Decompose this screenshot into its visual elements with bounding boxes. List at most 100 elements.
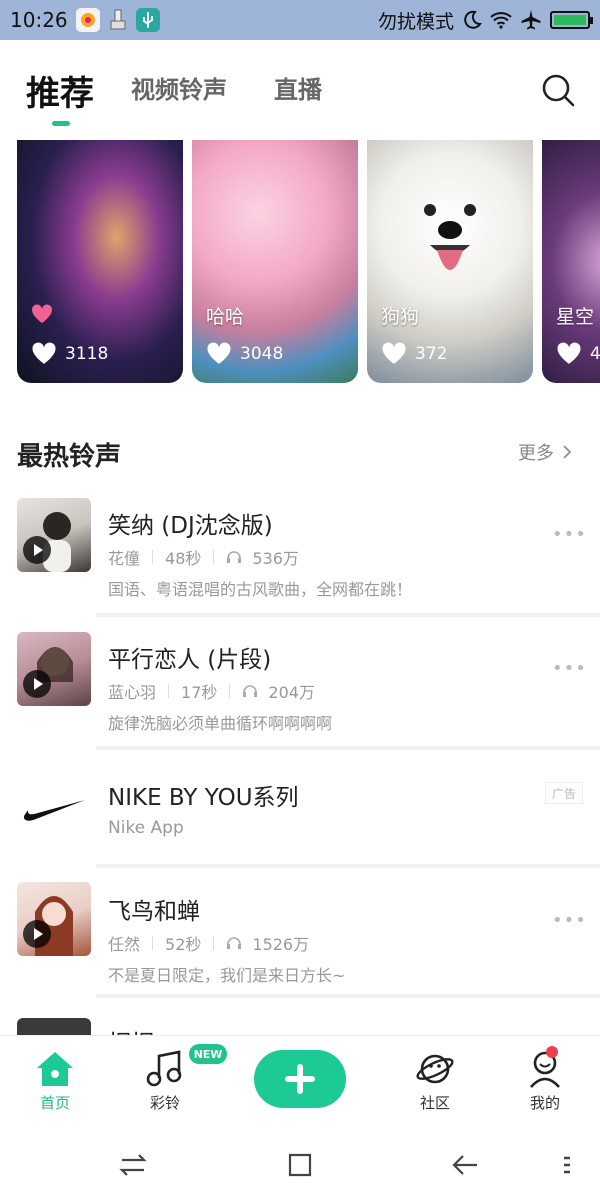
tab-home-label: 首页 xyxy=(39,1094,70,1112)
list-item[interactable]: 笑纳 (DJ沈念版) 花僮 48秒 536万 国语、粤语混唱的古风歌曲，全网都在… xyxy=(0,498,600,617)
card-like-count: 3118 xyxy=(65,343,109,364)
create-button[interactable] xyxy=(254,1050,346,1108)
card-likes: 4 xyxy=(556,342,600,365)
divider xyxy=(96,746,600,750)
song-thumbnail[interactable] xyxy=(17,498,91,572)
tab-indicator xyxy=(52,121,70,126)
divider xyxy=(96,864,600,868)
song-description: 不是夏日限定，我们是来日方长~ xyxy=(108,966,346,985)
person-icon xyxy=(530,1051,560,1088)
card-likes: 3048 xyxy=(206,342,283,365)
song-thumbnail[interactable] xyxy=(17,882,91,956)
ad-subtitle: Nike App xyxy=(108,818,184,838)
song-title[interactable]: 桐桐 xyxy=(108,1024,154,1035)
notification-dot xyxy=(546,1046,558,1058)
tab-mine[interactable]: 我的 xyxy=(500,1050,590,1113)
more-options-icon[interactable]: ••• xyxy=(552,658,587,679)
song-thumbnail[interactable] xyxy=(17,632,91,706)
pink-heart-icon xyxy=(31,304,53,323)
top-nav: 推荐 视频铃声 直播 xyxy=(0,40,600,140)
more-label: 更多 xyxy=(518,443,554,464)
status-time: 10:26 xyxy=(10,8,68,32)
song-artist: 任然 xyxy=(108,935,141,954)
tab-live[interactable]: 直播 xyxy=(274,70,322,105)
plus-icon xyxy=(285,1064,315,1094)
song-title[interactable]: 笑纳 (DJ沈念版) xyxy=(108,506,273,540)
status-bar: 10:26 勿扰模式 xyxy=(0,0,600,40)
list-item[interactable]: 平行恋人 (片段) 蓝心羽 17秒 204万 旋律洗脑必须单曲循环啊啊啊啊 ••… xyxy=(0,632,600,750)
song-meta: 任然 52秒 1526万 xyxy=(108,931,309,955)
airplane-icon xyxy=(521,10,541,30)
heart-icon xyxy=(207,342,231,364)
battery-icon xyxy=(550,11,593,29)
tab-community-label: 社区 xyxy=(419,1094,450,1112)
video-card[interactable]: 哈哈 3048 xyxy=(192,140,358,383)
brush-notification-icon xyxy=(106,8,130,32)
song-plays: 536万 xyxy=(252,549,299,568)
tab-video-ringtone[interactable]: 视频铃声 xyxy=(131,70,227,105)
switch-apps-icon[interactable] xyxy=(116,1148,150,1182)
new-badge: NEW xyxy=(189,1044,227,1064)
song-description: 国语、粤语混唱的古风歌曲，全网都在跳！ xyxy=(108,580,413,599)
card-title: 哈哈 xyxy=(206,306,245,328)
divider xyxy=(96,613,600,617)
chevron-right-icon xyxy=(563,445,572,459)
ad-item[interactable]: NIKE BY YOU系列 Nike App 广告 xyxy=(0,772,600,868)
bottom-tab-bar: 首页 彩铃 NEW 社区 我的 xyxy=(0,1035,600,1130)
video-card[interactable]: 狗狗 372 xyxy=(367,140,533,383)
ad-badge: 广告 xyxy=(545,782,583,804)
song-duration: 52秒 xyxy=(165,935,202,954)
video-card-carousel[interactable]: 3118 哈哈 3048 狗狗 372 星空 4 xyxy=(0,140,600,385)
heart-icon xyxy=(557,342,581,364)
headphones-icon xyxy=(243,685,258,697)
ad-title[interactable]: NIKE BY YOU系列 xyxy=(108,778,299,812)
card-title: 星空 xyxy=(556,306,595,328)
tab-recommend[interactable]: 推荐 xyxy=(26,66,94,115)
heart-icon xyxy=(32,342,56,364)
song-plays: 1526万 xyxy=(252,935,310,954)
play-icon[interactable] xyxy=(23,536,51,564)
app-notification-icon xyxy=(75,8,100,32)
song-meta: 蓝心羽 17秒 204万 xyxy=(108,679,315,703)
song-meta: 花僮 48秒 536万 xyxy=(108,545,299,569)
play-icon[interactable] xyxy=(23,920,51,948)
system-nav-bar xyxy=(0,1130,600,1200)
song-title[interactable]: 飞鸟和蝉 xyxy=(108,892,200,926)
play-icon[interactable] xyxy=(23,670,51,698)
list-item[interactable]: 桐桐 xyxy=(0,1018,600,1035)
dog-illustration xyxy=(424,204,476,270)
dnd-label: 勿扰模式 xyxy=(377,10,454,33)
card-likes: 372 xyxy=(381,342,447,365)
more-options-icon[interactable]: ••• xyxy=(552,910,587,931)
card-like-count: 372 xyxy=(415,343,448,364)
tab-ringtone-label: 彩铃 xyxy=(149,1094,180,1112)
usb-notification-icon xyxy=(135,8,160,32)
divider xyxy=(96,994,600,998)
tab-mine-label: 我的 xyxy=(529,1094,560,1112)
song-plays: 204万 xyxy=(268,683,315,702)
search-icon[interactable] xyxy=(540,72,576,108)
wifi-icon xyxy=(490,12,512,29)
home-square-icon[interactable] xyxy=(283,1148,317,1182)
planet-icon xyxy=(416,1054,454,1084)
song-thumbnail[interactable] xyxy=(17,1018,91,1035)
tab-community[interactable]: 社区 xyxy=(390,1050,480,1113)
card-like-count: 3048 xyxy=(240,343,284,364)
headphones-icon xyxy=(227,937,242,949)
back-arrow-icon[interactable] xyxy=(449,1148,483,1182)
card-like-count: 4 xyxy=(590,343,600,364)
more-link[interactable]: 更多 xyxy=(518,439,572,465)
headphones-icon xyxy=(227,551,242,563)
list-item[interactable]: 飞鸟和蝉 任然 52秒 1526万 不是夏日限定，我们是来日方长~ ••• xyxy=(0,882,600,1000)
card-title: 狗狗 xyxy=(381,306,420,328)
song-title[interactable]: 平行恋人 (片段) xyxy=(108,640,271,674)
tab-home[interactable]: 首页 xyxy=(10,1050,100,1113)
video-card[interactable]: 星空 4 xyxy=(542,140,600,383)
song-duration: 48秒 xyxy=(165,549,202,568)
music-note-icon xyxy=(146,1050,182,1087)
more-options-icon[interactable]: ••• xyxy=(552,524,587,545)
nike-logo xyxy=(23,800,85,821)
hot-ringtones-title: 最热铃声 xyxy=(17,442,122,472)
video-card[interactable]: 3118 xyxy=(17,140,183,383)
menu-dots-icon[interactable] xyxy=(550,1148,584,1182)
